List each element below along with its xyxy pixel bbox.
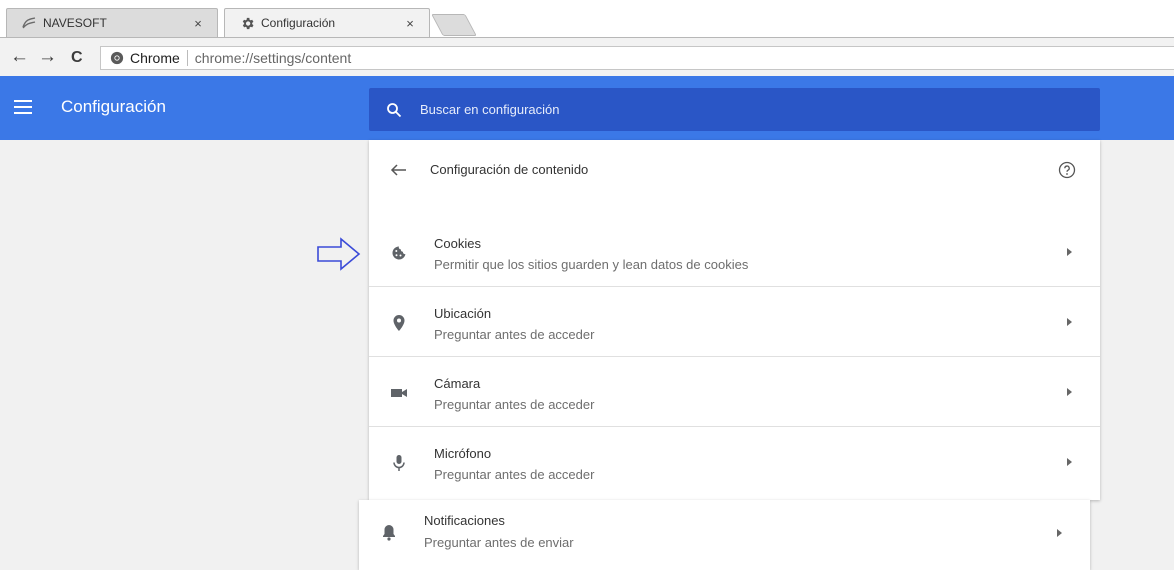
item-description: Permitir que los sitios guarden y lean d… (434, 257, 749, 272)
help-icon[interactable] (1058, 161, 1076, 179)
chevron-right-icon (1067, 248, 1072, 256)
notifications-card: Notificaciones Preguntar antes de enviar (359, 500, 1090, 570)
tab-configuracion[interactable]: Configuración × (224, 8, 430, 37)
chevron-right-icon (1067, 318, 1072, 326)
search-input[interactable] (418, 101, 1022, 118)
scheme-label: Chrome (130, 50, 180, 66)
card-header: Configuración de contenido (369, 140, 1100, 202)
tab-strip: NAVESOFT × Configuración × (0, 0, 1174, 38)
item-description: Preguntar antes de acceder (434, 467, 595, 482)
card-title: Configuración de contenido (430, 162, 589, 177)
item-description: Preguntar antes de acceder (434, 397, 595, 412)
address-bar[interactable]: Chrome chrome://settings/content (100, 46, 1174, 70)
search-icon (387, 102, 402, 117)
page-title: Configuración (61, 97, 166, 116)
item-description: Preguntar antes de acceder (434, 327, 595, 342)
gear-icon (239, 15, 255, 31)
back-arrow-icon[interactable] (389, 160, 409, 180)
reload-icon[interactable]: C (71, 48, 83, 68)
pointer-arrow-icon (317, 237, 361, 271)
list-item-notificaciones[interactable]: Notificaciones Preguntar antes de enviar (359, 500, 1090, 570)
url-text: chrome://settings/content (194, 50, 352, 66)
bell-icon (379, 522, 399, 542)
search-box[interactable] (369, 88, 1100, 131)
location-pin-icon (389, 313, 409, 333)
content-settings-card: Configuración de contenido Cookies Permi… (369, 140, 1100, 500)
tab-navesoft[interactable]: NAVESOFT × (6, 8, 218, 37)
list-item-camara[interactable]: Cámara Preguntar antes de acceder (369, 356, 1100, 426)
menu-icon[interactable] (14, 100, 32, 114)
tab-title: NAVESOFT (43, 16, 107, 30)
tab-close-icon[interactable]: × (403, 16, 417, 31)
item-label: Cookies (434, 236, 481, 251)
item-label: Micrófono (434, 446, 492, 461)
navesoft-logo-icon (21, 15, 37, 31)
back-arrow-icon[interactable]: ← (10, 47, 29, 67)
item-label: Ubicación (434, 306, 492, 321)
list-item-cookies[interactable]: Cookies Permitir que los sitios guarden … (369, 217, 1100, 287)
settings-header: Configuración (0, 76, 1174, 140)
list-item-ubicacion[interactable]: Ubicación Preguntar antes de acceder (369, 286, 1100, 356)
tab-close-icon[interactable]: × (191, 16, 205, 31)
item-description: Preguntar antes de enviar (424, 535, 574, 550)
browser-toolbar: ← → C Chrome chrome://settings/content (0, 38, 1174, 76)
list-item-microfono[interactable]: Micrófono Preguntar antes de acceder (369, 426, 1100, 496)
chevron-right-icon (1067, 388, 1072, 396)
item-label: Cámara (434, 376, 481, 391)
tab-title: Configuración (261, 16, 336, 30)
chevron-right-icon (1067, 458, 1072, 466)
microphone-icon (389, 453, 409, 473)
forward-arrow-icon[interactable]: → (38, 47, 57, 67)
new-tab-button[interactable] (431, 14, 477, 36)
camera-icon (389, 383, 409, 403)
divider (186, 50, 188, 66)
cookie-icon (389, 243, 409, 263)
chevron-right-icon (1057, 529, 1062, 537)
chrome-icon (110, 51, 124, 65)
item-label: Notificaciones (424, 513, 505, 528)
